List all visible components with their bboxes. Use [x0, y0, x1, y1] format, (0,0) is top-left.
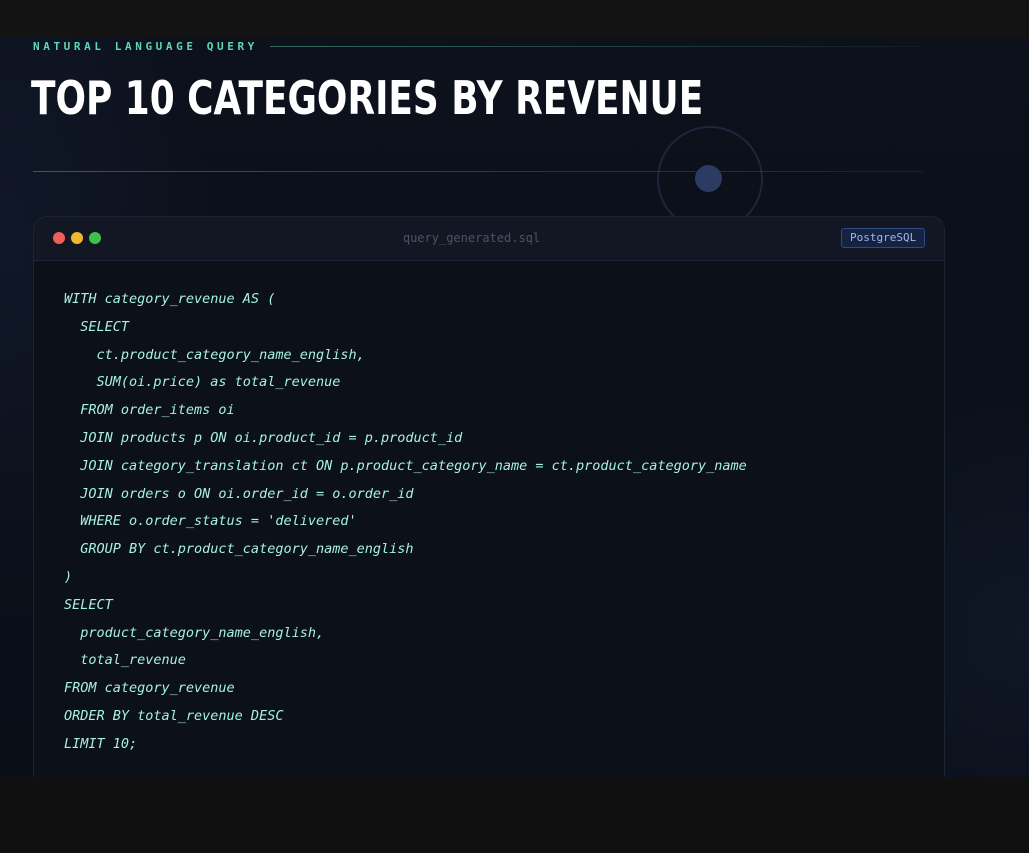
filename-label: query_generated.sql [402, 231, 541, 245]
code-line: FROM category_revenue [64, 680, 235, 697]
code-line: JOIN orders o ON oi.order_id = o.order_i… [64, 485, 414, 502]
eyebrow-divider [270, 46, 920, 47]
code-line: product_category_name_english, [64, 624, 325, 641]
code-line: SUM(oi.price) as total_revenue [64, 374, 341, 391]
top-bar [0, 0, 1029, 38]
eyebrow-label: NATURAL LANGUAGE QUERY [33, 39, 258, 53]
code-line: ) [64, 568, 73, 585]
code-window-titlebar: query_generated.sql PostgreSQL [34, 217, 944, 261]
code-line: JOIN products p ON oi.product_id = p.pro… [64, 429, 463, 446]
code-line: WHERE o.order_status = 'delivered' [64, 513, 357, 530]
section-divider [33, 171, 923, 172]
code-line: GROUP BY ct.product_category_name_englis… [64, 541, 414, 558]
language-badge: PostgreSQL [841, 228, 926, 248]
code-line: WITH category_revenue AS ( [64, 291, 276, 307]
decorative-dot [695, 165, 722, 192]
code-line: SELECT [64, 318, 130, 335]
sql-code-block[interactable]: WITH category_revenue AS ( SELECT ct.pro… [64, 286, 747, 759]
code-line: ct.product_category_name_english, [64, 346, 365, 363]
code-line: LIMIT 10; [64, 735, 138, 752]
code-line: total_revenue [64, 652, 186, 669]
code-line: ORDER BY total_revenue DESC [64, 707, 284, 724]
code-line: JOIN category_translation ct ON p.produc… [64, 457, 747, 474]
code-line: FROM order_items oi [64, 402, 235, 419]
code-line: SELECT [64, 596, 113, 613]
page-title: TOP 10 CATEGORIES BY REVENUE [31, 71, 704, 125]
bottom-bar [0, 777, 1029, 853]
main-panel: NATURAL LANGUAGE QUERY TOP 10 CATEGORIES… [0, 38, 1029, 777]
code-window: query_generated.sql PostgreSQL WITH cate… [33, 216, 945, 777]
